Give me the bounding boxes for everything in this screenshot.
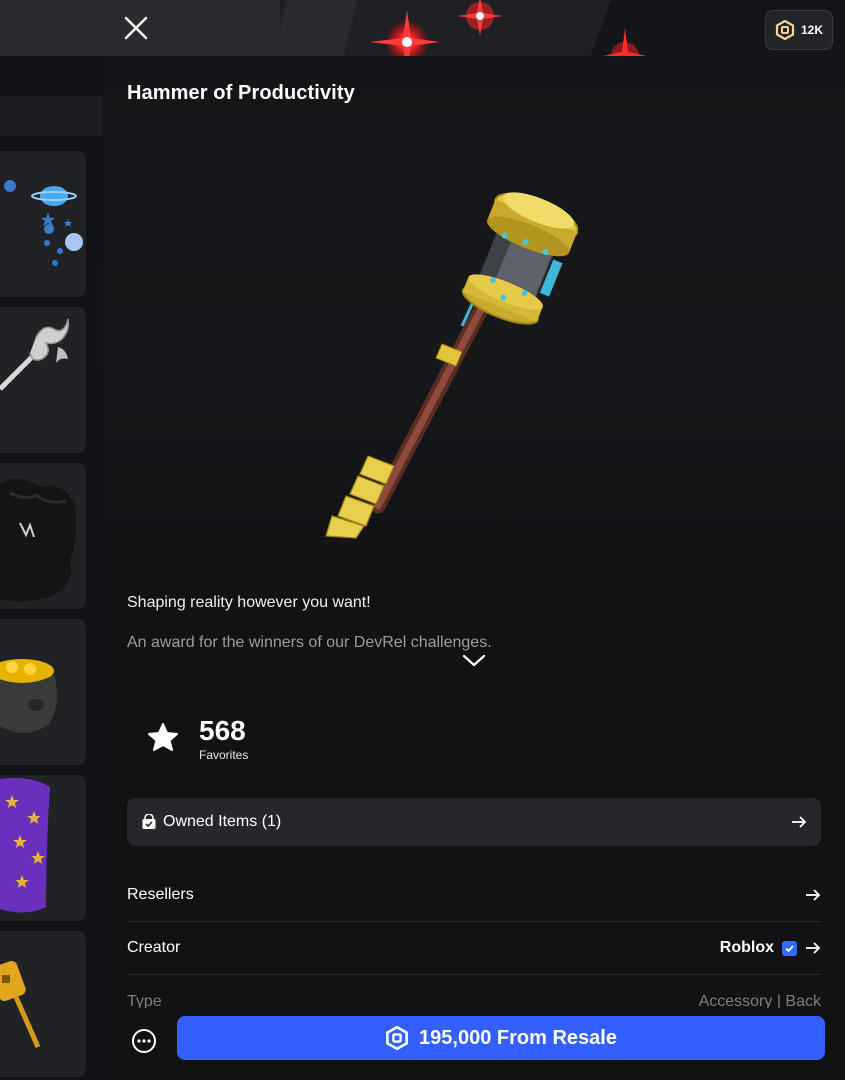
close-icon — [124, 16, 148, 40]
shopping-bag-check-icon — [142, 814, 156, 829]
verified-badge-icon — [782, 940, 797, 956]
creator-name: Roblox — [719, 939, 774, 956]
resellers-label: Resellers — [127, 886, 194, 903]
item-details-panel: Hammer of Productivity Shaping reality h… — [103, 56, 845, 1080]
favorites-label: Favorites — [199, 748, 249, 762]
catalog-thumbnail-wizard-cape[interactable] — [0, 775, 86, 921]
silver-staff-item-image — [0, 318, 70, 391]
planets-item-image — [4, 180, 83, 266]
more-options-icon — [132, 1029, 156, 1053]
item-description-line1: Shaping reality however you want! — [127, 594, 371, 611]
catalog-thumbnail-gold-key[interactable] — [0, 931, 86, 1077]
favorites-count: 568 — [199, 715, 246, 746]
robux-icon — [775, 20, 795, 40]
catalog-thumbnail-silver-staff[interactable] — [0, 307, 86, 453]
red-sparkle-decoration-small — [458, 0, 502, 36]
chevron-down-icon — [462, 654, 486, 667]
red-sparkle-decoration-right — [603, 28, 647, 56]
arrow-right-icon — [806, 889, 821, 901]
close-button[interactable] — [118, 10, 154, 46]
more-options-button[interactable] — [127, 1024, 161, 1058]
arrow-right-icon — [806, 942, 821, 954]
owned-items-label: Owned Items (1) — [163, 813, 282, 830]
gold-key-item-image — [0, 960, 41, 1049]
purchase-bar: 195,000 From Resale — [103, 1008, 845, 1080]
background-header-band — [0, 96, 103, 136]
buy-button-label: 195,000 From Resale — [419, 1026, 617, 1049]
red-sparkle-decoration — [370, 10, 440, 56]
catalog-thumbnail-black-fur[interactable] — [0, 463, 86, 609]
black-fur-item-image — [0, 478, 77, 602]
item-description-line2: An award for the winners of our DevRel c… — [127, 634, 492, 651]
hammer-item-image — [325, 192, 578, 539]
favorite-button[interactable] — [147, 722, 179, 757]
pot-of-gold-item-image — [0, 659, 57, 733]
buy-from-resale-button[interactable]: 195,000 From Resale — [177, 1016, 825, 1060]
owned-items-row[interactable]: Owned Items (1) — [127, 798, 821, 846]
robux-icon — [386, 1026, 408, 1050]
arrow-right-icon — [792, 816, 807, 828]
creator-link[interactable]: Roblox — [720, 939, 821, 957]
creator-row[interactable]: Creator Roblox — [127, 922, 821, 975]
catalog-thumbnail-planets[interactable] — [0, 151, 86, 297]
robux-balance-button[interactable]: 12K — [765, 10, 833, 50]
wizard-cape-item-image — [0, 778, 50, 913]
favorites-stat: 568 Favorites — [147, 716, 248, 762]
top-bar: 12K — [0, 0, 845, 56]
creator-label: Creator — [127, 939, 181, 956]
robux-balance: 12K — [800, 23, 823, 37]
item-title: Hammer of Productivity — [127, 82, 355, 104]
catalog-thumbnail-pot-of-gold[interactable] — [0, 619, 86, 765]
expand-description-button[interactable] — [460, 652, 488, 673]
star-icon — [148, 722, 178, 751]
resellers-row[interactable]: Resellers — [127, 869, 821, 922]
